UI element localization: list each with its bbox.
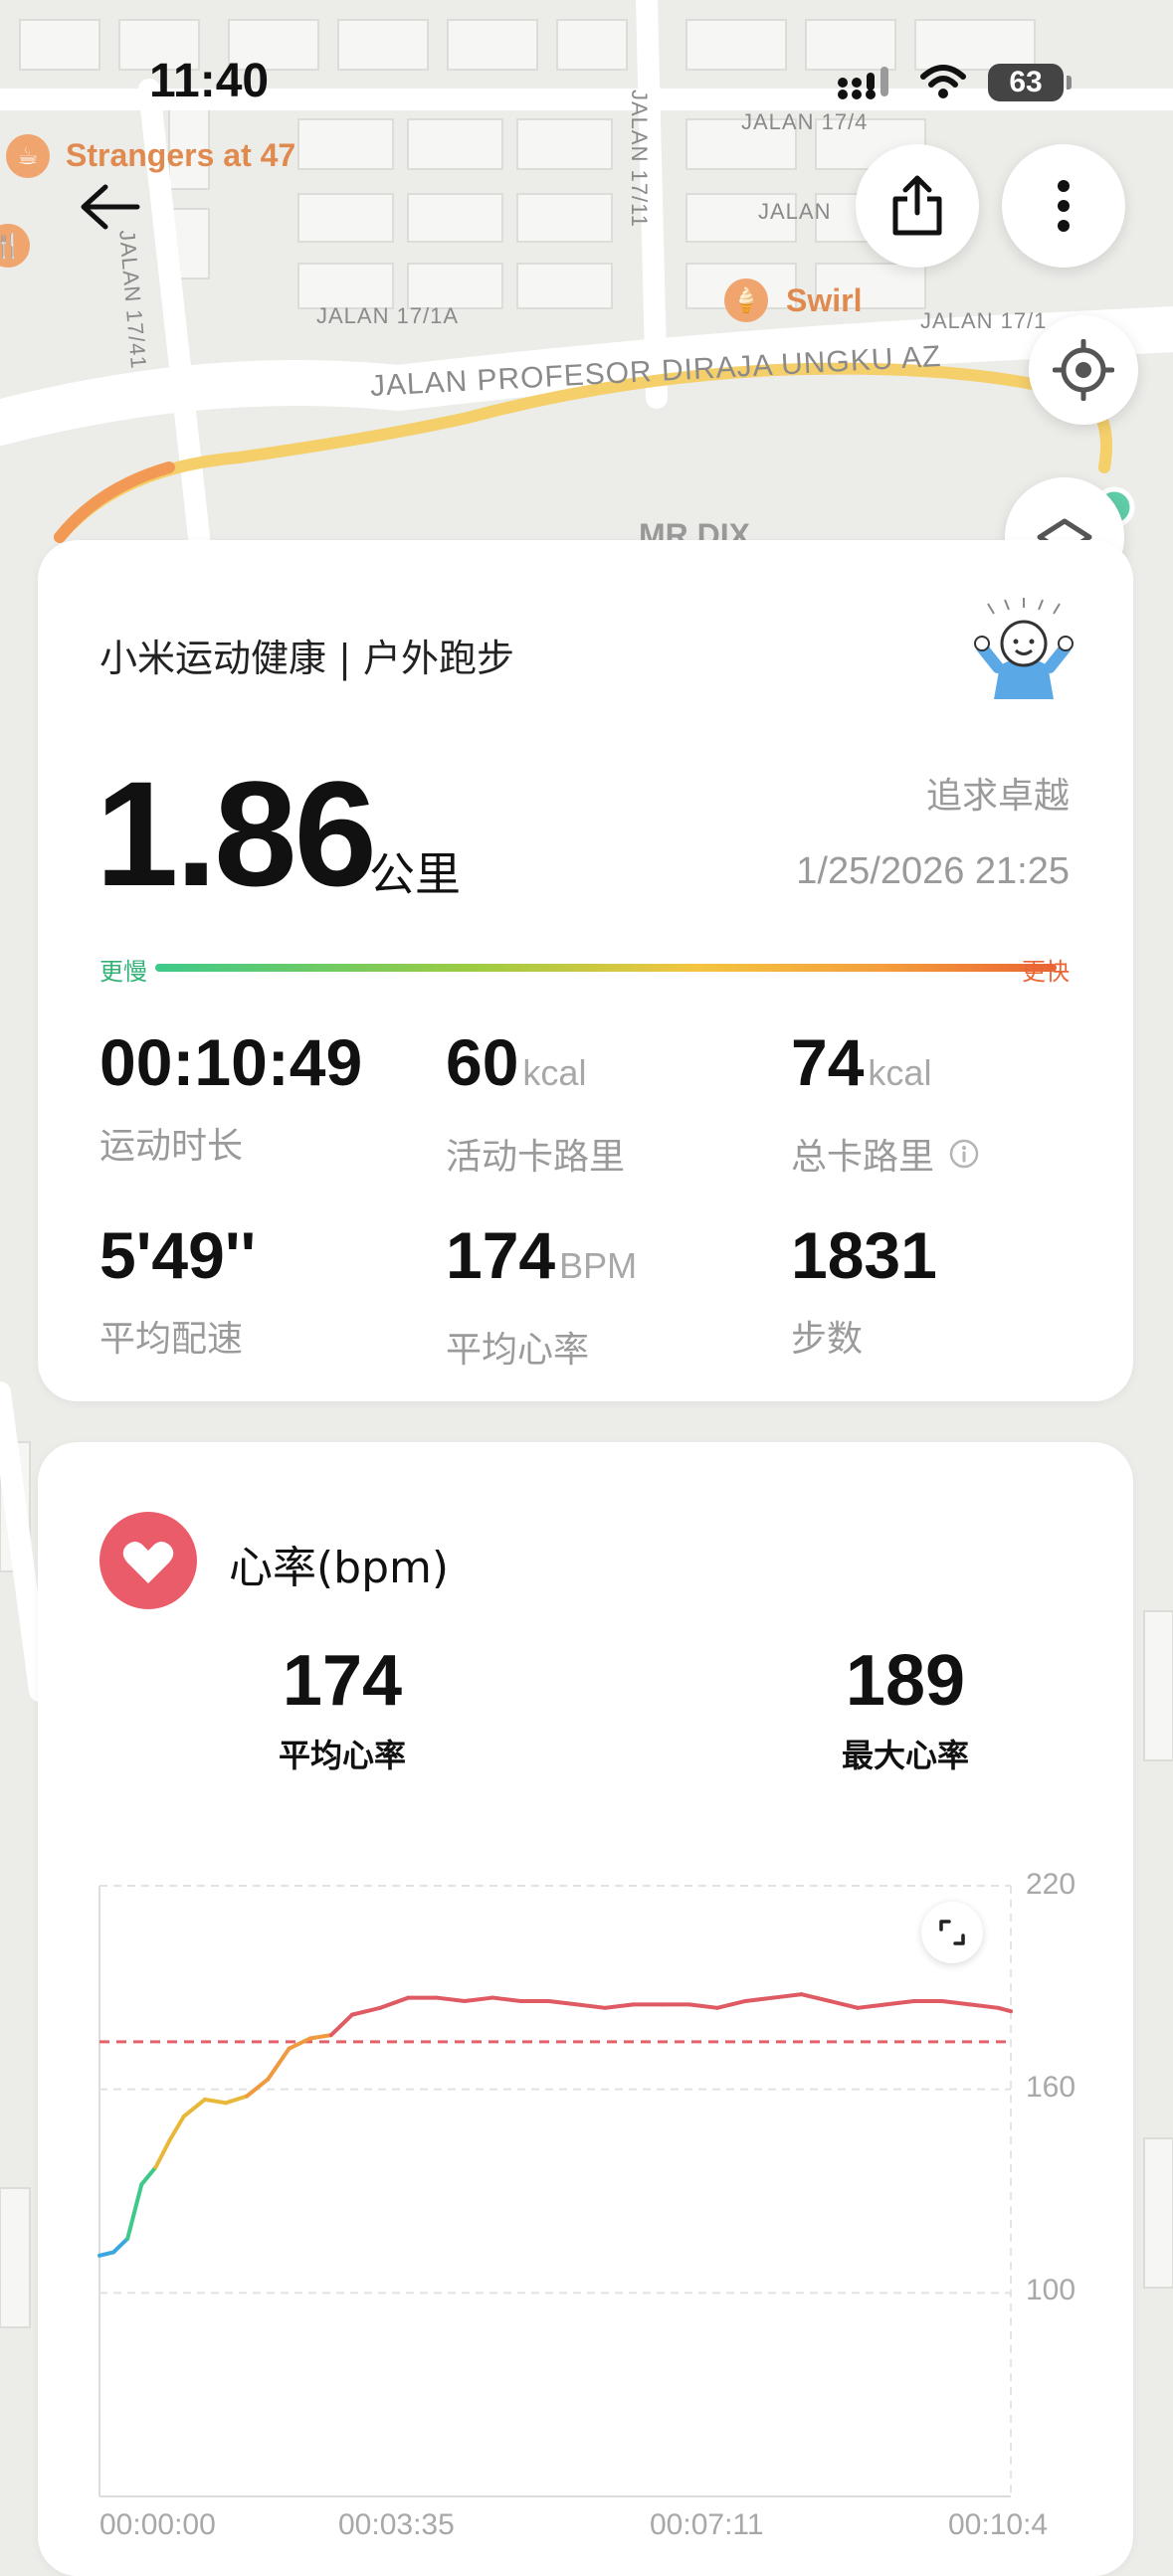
expand-icon xyxy=(939,1920,965,1945)
pace-fast-label: 更快 xyxy=(1022,958,1070,986)
metric-value: 60 xyxy=(446,1025,519,1099)
poi-label[interactable]: Swirl xyxy=(786,282,862,319)
heart-rate-chart[interactable] xyxy=(38,1442,1133,2576)
metric-value: 00:10:49 xyxy=(99,1025,363,1099)
metric-unit: kcal xyxy=(868,1052,932,1093)
metric-steps: 1831 步数 xyxy=(791,1222,937,1362)
heart-rate-segment xyxy=(328,2012,355,2038)
metric-avg-heart-rate: 174 BPM 平均心率 xyxy=(446,1222,637,1373)
heart-rate-card: 心率(bpm) 174 平均心率 189 最大心率 220 160 100 00… xyxy=(38,1442,1133,2576)
back-button[interactable] xyxy=(78,174,143,240)
heart-rate-segment xyxy=(799,1992,832,2003)
metric-value: 174 xyxy=(446,1218,556,1292)
heart-rate-segment xyxy=(603,2002,636,2010)
battery-indicator: 63 xyxy=(988,64,1072,101)
metric-total-calories: 74 kcal 总卡路里 xyxy=(791,1029,980,1180)
heart-rate-segment xyxy=(245,2077,271,2099)
heart-rate-segment xyxy=(111,2236,130,2255)
metric-unit: kcal xyxy=(522,1052,587,1093)
heart-rate-segment xyxy=(202,2097,229,2106)
metric-label: 活动卡路里 xyxy=(446,1137,626,1178)
heart-rate-segment xyxy=(266,2046,292,2082)
metric-active-calories: 60 kcal 活动卡路里 xyxy=(446,1029,625,1180)
wifi-icon xyxy=(920,65,966,98)
x-tick-label: 00:07:11 xyxy=(650,2508,764,2541)
heart-rate-segment xyxy=(968,2002,1001,2010)
heart-rate-segment xyxy=(287,2036,312,2051)
x-tick-label: 00:03:35 xyxy=(338,2508,455,2541)
heart-rate-segment xyxy=(996,2005,1013,2014)
heart-rate-segment xyxy=(139,2165,158,2187)
x-tick-label: 00:10:4 xyxy=(948,2508,1049,2541)
heart-rate-segment xyxy=(771,1992,804,2000)
heart-rate-segment xyxy=(743,1995,776,2003)
crosshair-icon xyxy=(1053,339,1114,401)
metric-label: 平均心率 xyxy=(446,1330,590,1371)
heart-rate-segment xyxy=(856,2002,888,2010)
workout-datetime: 1/25/2026 21:25 xyxy=(796,850,1070,892)
heart-rate-segment xyxy=(715,1998,748,2010)
street-label: JALAN 17/4 xyxy=(741,109,869,134)
heart-rate-segment xyxy=(939,1998,973,2007)
distance-unit: 公里 xyxy=(369,847,461,901)
metric-value: 1831 xyxy=(791,1218,937,1292)
street-label: JALAN 17/1 xyxy=(920,308,1048,333)
cheering-mascot-icon xyxy=(974,598,1074,699)
poi-label[interactable]: Strangers at 47 xyxy=(66,137,295,174)
workout-summary-card: 小米运动健康 | 户外跑步 1.86 公里 追求卓越 1/25/2026 21:… xyxy=(38,540,1133,1401)
metric-label-with-info: 总卡路里 xyxy=(791,1128,980,1180)
metric-label: 总卡路里 xyxy=(791,1137,935,1178)
workout-title: 小米运动健康 | 户外跑步 xyxy=(99,637,514,680)
status-time: 11:40 xyxy=(149,55,270,107)
distance-value: 1.86 xyxy=(96,750,377,917)
heart-rate-segment xyxy=(224,2094,250,2106)
heart-rate-segment xyxy=(153,2137,172,2170)
share-button[interactable] xyxy=(856,144,979,268)
metric-duration: 00:10:49 运动时长 xyxy=(99,1029,362,1169)
metric-value: 74 xyxy=(791,1025,865,1099)
metric-label: 运动时长 xyxy=(99,1126,244,1167)
heart-rate-segment xyxy=(574,2002,608,2010)
info-icon[interactable] xyxy=(948,1138,980,1170)
heart-rate-segment xyxy=(181,2097,207,2118)
heart-rate-segment xyxy=(98,2250,116,2258)
heart-rate-segment xyxy=(307,2033,333,2041)
more-vertical-icon xyxy=(1058,180,1070,232)
street-label: JALAN 17/1A xyxy=(316,303,460,328)
heart-rate-segment xyxy=(350,2005,383,2017)
y-tick-label: 220 xyxy=(1026,1868,1076,1901)
heart-rate-segment xyxy=(125,2182,144,2241)
heart-rate-segment xyxy=(686,2002,720,2010)
x-tick-label: 00:00:00 xyxy=(99,2508,216,2541)
share-icon xyxy=(892,175,942,236)
locate-button[interactable] xyxy=(1029,315,1138,425)
metric-avg-pace: 5'49'' 平均配速 xyxy=(99,1222,256,1362)
heart-rate-segment xyxy=(378,1995,411,2010)
street-label: JALAN xyxy=(758,199,832,224)
y-tick-label: 100 xyxy=(1026,2274,1076,2306)
dessert-poi-icon[interactable]: 🍦 xyxy=(724,278,768,322)
metric-value: 5'49'' xyxy=(99,1218,257,1292)
heart-rate-segment xyxy=(462,1995,495,2003)
y-tick-label: 160 xyxy=(1026,2071,1076,2104)
pace-slow-label: 更慢 xyxy=(99,958,147,986)
heart-rate-segment xyxy=(883,1998,916,2007)
motto-text: 追求卓越 xyxy=(925,776,1070,817)
pace-gradient-bar xyxy=(155,964,1057,972)
heart-rate-segment xyxy=(434,1995,467,2003)
arrow-left-icon xyxy=(81,184,140,230)
heart-rate-segment xyxy=(167,2114,186,2142)
more-button[interactable] xyxy=(1002,144,1125,268)
heart-rate-segment xyxy=(490,1995,523,2003)
metric-label: 平均配速 xyxy=(99,1319,244,1360)
expand-chart-button[interactable] xyxy=(921,1902,983,1963)
metric-unit: BPM xyxy=(559,1245,638,1286)
metric-label: 步数 xyxy=(791,1319,864,1360)
street-label: JALAN 17/11 xyxy=(627,90,652,229)
signal-icon xyxy=(838,67,888,99)
status-icons: 63 xyxy=(837,64,1072,101)
cafe-poi-icon[interactable]: ☕ xyxy=(6,134,50,178)
heart-rate-segment xyxy=(546,1998,579,2007)
heart-rate-segment xyxy=(827,1998,861,2010)
